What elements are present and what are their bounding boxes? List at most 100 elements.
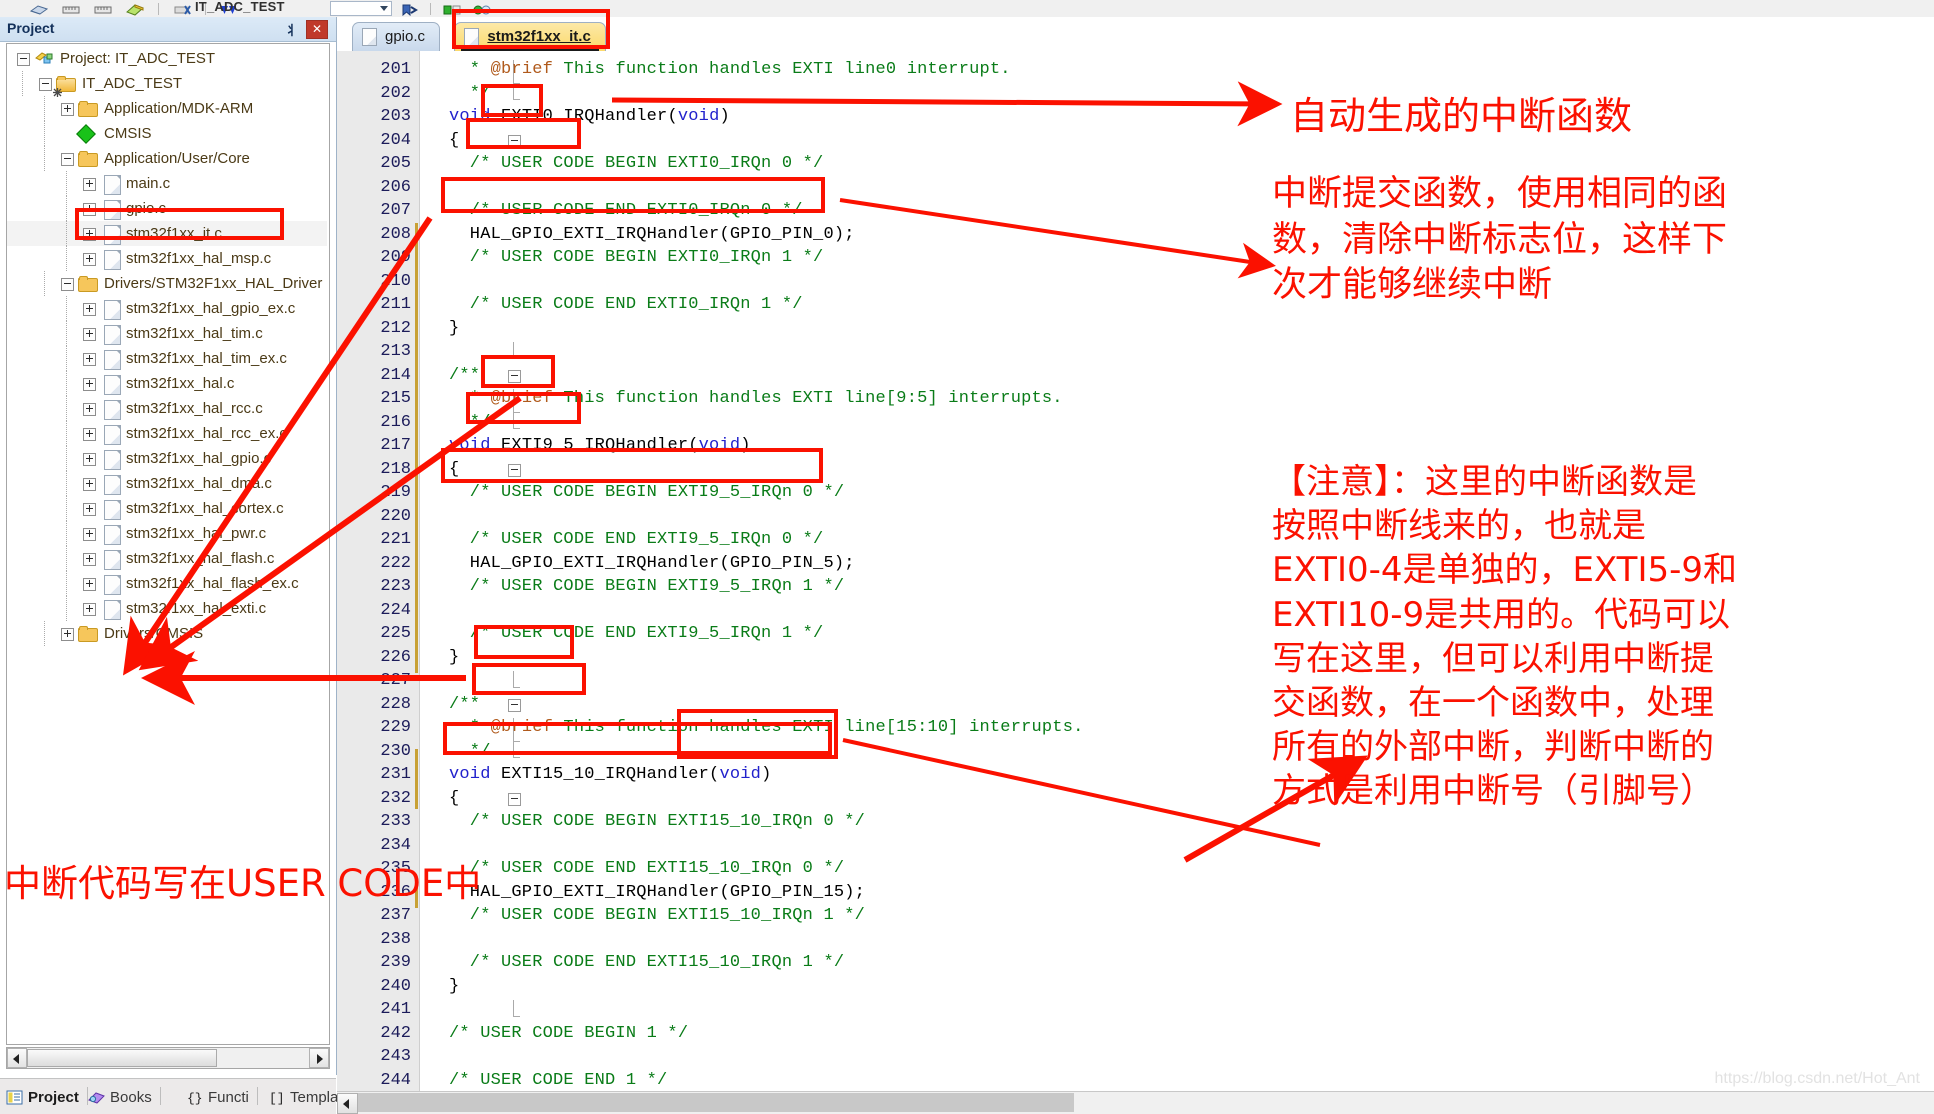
code-line[interactable]: * @brief This function handles EXTI line… xyxy=(449,389,1063,408)
expand-icon[interactable] xyxy=(61,628,74,641)
expand-icon[interactable] xyxy=(83,178,96,191)
scroll-thumb[interactable] xyxy=(358,1093,1074,1112)
expand-icon[interactable] xyxy=(83,453,96,466)
code-line[interactable]: { xyxy=(449,131,459,150)
project-tree[interactable]: Project: IT_ADC_TEST IT_ADC_TEST Applicati… xyxy=(6,43,330,1045)
expand-icon[interactable] xyxy=(83,203,96,216)
tree-item[interactable]: stm32f1xx_hal_exti.c xyxy=(7,596,327,621)
expand-icon[interactable] xyxy=(83,428,96,441)
collapse-icon[interactable] xyxy=(17,53,30,66)
code-line[interactable]: /* USER CODE BEGIN 1 */ xyxy=(449,1024,688,1043)
code-line[interactable]: /* USER CODE END 1 */ xyxy=(449,1071,667,1090)
pane-tab-functi[interactable]: {} Functi xyxy=(186,1083,258,1111)
tree-item[interactable]: Project: IT_ADC_TEST xyxy=(7,46,327,71)
scroll-thumb[interactable] xyxy=(27,1049,217,1067)
expand-icon[interactable] xyxy=(83,503,96,516)
tree-item[interactable]: gpio.c xyxy=(7,196,327,221)
editor-tab-stm32f1xx_it-c[interactable]: stm32f1xx_it.c xyxy=(454,22,606,51)
tree-item[interactable]: stm32f1xx_hal_gpio.c xyxy=(7,446,327,471)
code-area[interactable]: 201 202 203 204 205 206 207 208 209 210 211 212 213 2… xyxy=(337,51,1934,1091)
collapse-icon[interactable] xyxy=(61,153,74,166)
code-line[interactable]: /* USER CODE BEGIN EXTI9_5_IRQn 0 */ xyxy=(449,483,844,502)
code-line[interactable]: */ xyxy=(449,84,491,103)
code-line[interactable]: /* USER CODE END EXTI9_5_IRQn 0 */ xyxy=(449,530,823,549)
expand-icon[interactable] xyxy=(83,528,96,541)
code-line[interactable]: /* USER CODE END EXTI9_5_IRQn 1 */ xyxy=(449,624,823,643)
expand-icon[interactable] xyxy=(83,328,96,341)
tree-item[interactable]: stm32f1xx_hal_gpio_ex.c xyxy=(7,296,327,321)
fold-collapse-icon[interactable] xyxy=(508,134,521,148)
tree-item[interactable]: stm32f1xx_hal_rcc.c xyxy=(7,396,327,421)
code-line[interactable]: } xyxy=(449,319,459,338)
options-icon[interactable] xyxy=(443,3,461,15)
code-line[interactable]: { xyxy=(449,460,459,479)
collapse-icon[interactable] xyxy=(61,278,74,291)
code-line[interactable]: void EXTI0_IRQHandler(void) xyxy=(449,107,730,126)
tree-item[interactable]: Application/MDK-ARM xyxy=(7,96,327,121)
code-line[interactable]: } xyxy=(449,648,459,667)
fold-collapse-icon[interactable] xyxy=(508,369,521,383)
code-line[interactable]: /* USER CODE END EXTI15_10_IRQn 0 */ xyxy=(449,859,844,878)
manage-runtime-icon[interactable] xyxy=(473,3,491,15)
code-line[interactable]: HAL_GPIO_EXTI_IRQHandler(GPIO_PIN_15); xyxy=(449,883,865,902)
editor-hscrollbar[interactable] xyxy=(337,1091,1934,1114)
expand-icon[interactable] xyxy=(83,578,96,591)
expand-icon[interactable] xyxy=(83,478,96,491)
code-folding-column[interactable] xyxy=(420,51,521,1091)
code-line[interactable]: /** xyxy=(449,366,480,385)
code-line[interactable]: } xyxy=(449,977,459,996)
editor-tab-strip[interactable]: gpio.c stm32f1xx_it.c xyxy=(337,17,1934,52)
code-line[interactable]: /** xyxy=(449,695,480,714)
project-pane-hscrollbar[interactable] xyxy=(6,1047,330,1069)
close-icon[interactable]: ✕ xyxy=(306,20,328,39)
code-line[interactable]: * @brief This function handles EXTI line… xyxy=(449,60,1011,79)
expand-icon[interactable] xyxy=(83,303,96,316)
toolbar-target-combo[interactable] xyxy=(330,1,392,16)
expand-icon[interactable] xyxy=(83,553,96,566)
pin-icon[interactable]: 丬 xyxy=(285,20,298,39)
code-line[interactable]: /* USER CODE BEGIN EXTI0_IRQn 1 */ xyxy=(449,248,823,267)
tree-item[interactable]: stm32f1xx_hal_flash_ex.c xyxy=(7,571,327,596)
project-pane-bottom-tabs[interactable]: Project Books {} Functi [] Templa xyxy=(0,1078,348,1114)
ruler-icon[interactable] xyxy=(62,3,80,15)
pane-tab-books[interactable]: Books xyxy=(88,1083,161,1111)
code-line[interactable]: /* USER CODE END EXTI15_10_IRQn 1 */ xyxy=(449,953,844,972)
erase-icon[interactable] xyxy=(173,3,191,15)
tree-item[interactable]: Drivers/STM32F1xx_HAL_Driver xyxy=(7,271,327,296)
expand-icon[interactable] xyxy=(83,378,96,391)
tree-item[interactable]: stm32f1xx_hal_tim.c xyxy=(7,321,327,346)
tree-item[interactable]: stm32f1xx_hal_dma.c xyxy=(7,471,327,496)
expand-icon[interactable] xyxy=(61,103,74,116)
code-line[interactable]: /* USER CODE BEGIN EXTI15_10_IRQn 0 */ xyxy=(449,812,865,831)
fold-collapse-icon[interactable] xyxy=(508,698,521,712)
code-line[interactable]: * @brief This function handles EXTI line… xyxy=(449,718,1084,737)
code-line[interactable]: */ xyxy=(449,413,491,432)
tree-item[interactable]: Application/User/Core xyxy=(7,146,327,171)
tree-item[interactable]: CMSIS xyxy=(7,121,327,146)
ruler2-icon[interactable] xyxy=(94,3,112,15)
tree-item[interactable]: stm32f1xx_hal_flash.c xyxy=(7,546,327,571)
editor-tab-gpio-c[interactable]: gpio.c xyxy=(352,22,441,51)
code-line[interactable]: /* USER CODE END EXTI0_IRQn 1 */ xyxy=(449,295,803,314)
expand-icon[interactable] xyxy=(83,353,96,366)
code-line[interactable]: */ xyxy=(449,742,491,761)
code-line[interactable]: void EXTI9_5_IRQHandler(void) xyxy=(449,436,751,455)
expand-icon[interactable] xyxy=(83,228,96,241)
expand-icon[interactable] xyxy=(83,603,96,616)
code-line[interactable]: HAL_GPIO_EXTI_IRQHandler(GPIO_PIN_0); xyxy=(449,225,855,244)
code-line[interactable]: void EXTI15_10_IRQHandler(void) xyxy=(449,765,771,784)
fold-collapse-icon[interactable] xyxy=(508,792,521,806)
scroll-left-arrow-icon[interactable] xyxy=(7,1048,27,1068)
tree-item[interactable]: Drivers/CMSIS xyxy=(7,621,327,646)
target-options-icon[interactable] xyxy=(126,3,144,16)
expand-icon[interactable] xyxy=(83,403,96,416)
tree-item[interactable]: stm32f1xx_hal.c xyxy=(7,371,327,396)
code-line[interactable]: { xyxy=(449,789,459,808)
scroll-left-arrow-icon[interactable] xyxy=(337,1093,358,1114)
batch-build-icon[interactable] xyxy=(29,3,49,15)
tree-item[interactable]: stm32f1xx_hal_tim_ex.c xyxy=(7,346,327,371)
collapse-icon[interactable] xyxy=(39,78,52,91)
code-line[interactable]: HAL_GPIO_EXTI_IRQHandler(GPIO_PIN_5); xyxy=(449,554,855,573)
pane-tab-templa[interactable]: [] Templa xyxy=(268,1083,348,1111)
tree-item[interactable]: stm32f1xx_hal_rcc_ex.c xyxy=(7,421,327,446)
